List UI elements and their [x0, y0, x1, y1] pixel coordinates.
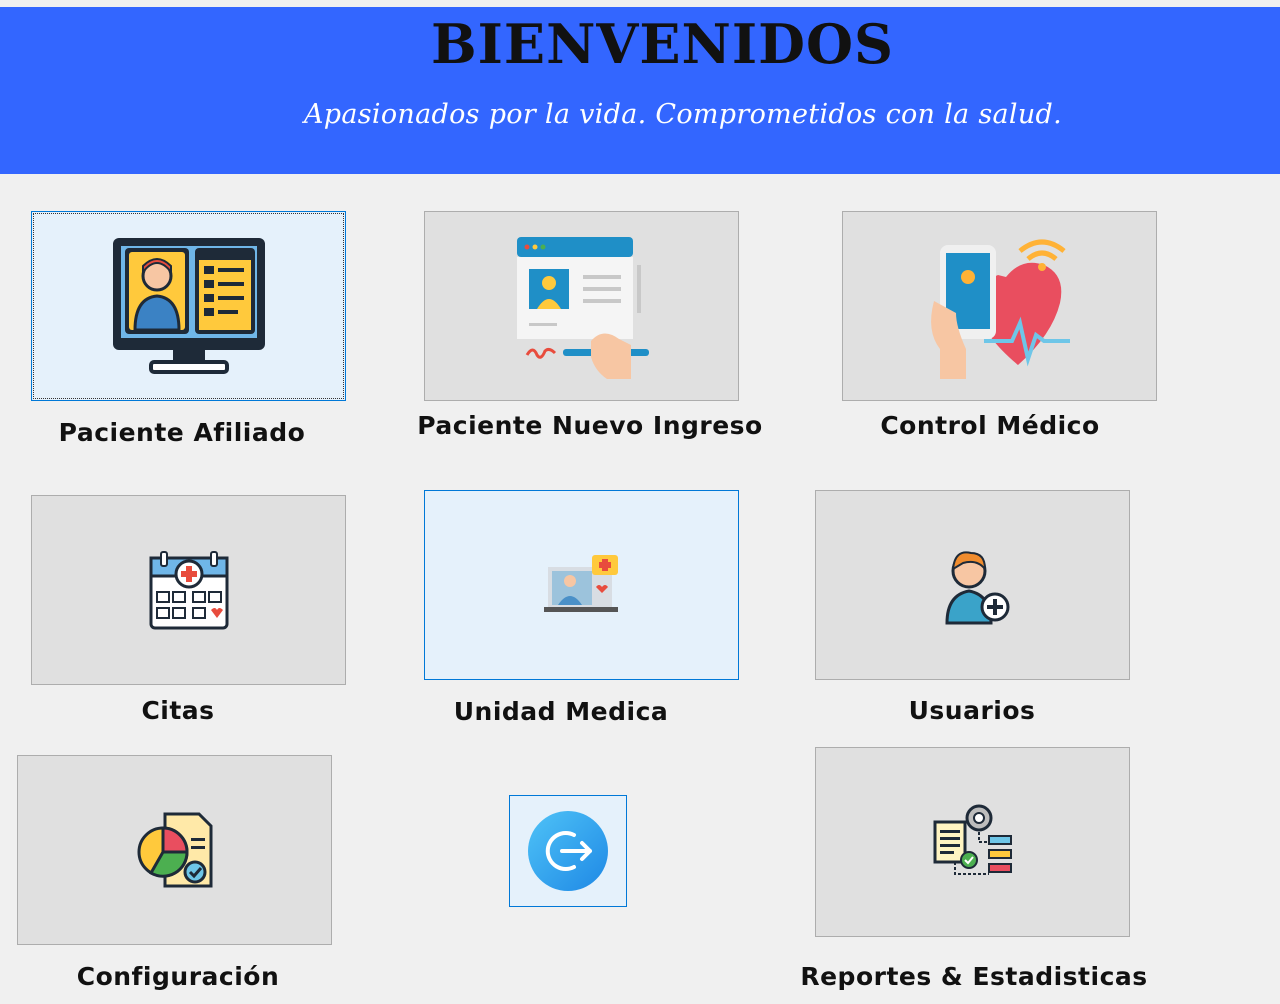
configuracion-label: Configuración [76, 962, 280, 991]
configuracion-button[interactable] [17, 755, 332, 945]
registration-form-icon [516, 237, 649, 379]
computer-profile-icon [112, 238, 265, 374]
logout-button[interactable] [509, 795, 627, 907]
telemedicine-icon [543, 555, 618, 612]
unidad-medica-button[interactable] [424, 490, 739, 680]
add-user-icon [944, 551, 1009, 625]
paciente-afiliado-label: Paciente Afiliado [58, 418, 306, 447]
unidad-medica-label: Unidad Medica [453, 697, 669, 726]
usuarios-label: Usuarios [908, 696, 1036, 725]
citas-button[interactable] [31, 495, 346, 685]
page-title: BIENVENIDOS [431, 12, 894, 76]
reportes-estadisticas-button[interactable] [815, 747, 1130, 937]
paciente-nuevo-ingreso-button[interactable] [424, 211, 739, 401]
workflow-gear-icon [933, 804, 1012, 875]
medical-calendar-icon [149, 551, 228, 630]
paciente-afiliado-button[interactable] [31, 211, 346, 401]
paciente-nuevo-ingreso-label: Paciente Nuevo Ingreso [417, 411, 763, 440]
reportes-estadisticas-label: Reportes & Estadisticas [800, 962, 1148, 991]
control-medico-button[interactable] [842, 211, 1157, 401]
logout-icon [528, 811, 608, 891]
chart-report-icon [137, 812, 212, 888]
citas-label: Citas [141, 696, 215, 725]
health-monitor-icon [930, 239, 1070, 379]
page-subtitle: Apasionados por la vida. Comprometidos c… [304, 99, 1062, 130]
header-banner: BIENVENIDOS Apasionados por la vida. Com… [0, 7, 1280, 174]
usuarios-button[interactable] [815, 490, 1130, 680]
control-medico-label: Control Médico [880, 411, 1100, 440]
